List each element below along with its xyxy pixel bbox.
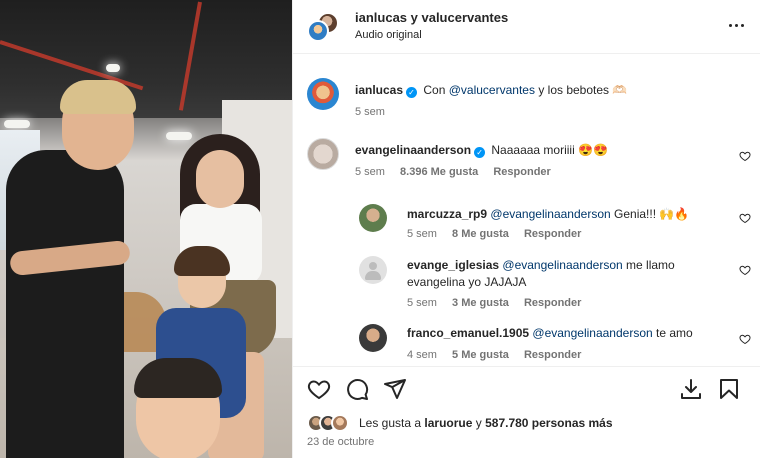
send-icon[interactable] — [383, 377, 407, 401]
verified-badge-icon: ✓ — [406, 87, 418, 98]
post-video[interactable] — [0, 0, 292, 458]
comment-username[interactable]: evangelinaanderson — [355, 143, 471, 157]
comment-time[interactable]: 5 sem — [355, 166, 385, 178]
reply: marcuzza_rp9 @evangelinaanderson Genia!!… — [407, 206, 689, 223]
avatar[interactable] — [359, 324, 387, 352]
avatar[interactable] — [359, 204, 387, 232]
bookmark-icon[interactable] — [717, 377, 741, 401]
heart-icon[interactable] — [739, 212, 751, 224]
likes-user[interactable]: laruorue — [424, 416, 472, 430]
reply-button[interactable]: Responder — [524, 297, 581, 309]
action-bar — [293, 366, 760, 410]
person-girl-hair — [174, 246, 230, 276]
reply-likes[interactable]: 5 Me gusta — [452, 349, 509, 361]
reply-meta: 5 sem 3 Me gusta Responder — [407, 297, 593, 309]
avatar[interactable] — [307, 78, 339, 110]
heart-icon[interactable] — [739, 150, 751, 162]
reply-likes[interactable]: 3 Me gusta — [452, 297, 509, 309]
avatar[interactable] — [331, 414, 349, 432]
likes-prefix: Les gusta a — [359, 416, 422, 430]
person-woman-head — [196, 150, 244, 208]
reply-time[interactable]: 5 sem — [407, 228, 437, 240]
post-date[interactable]: 23 de octubre — [307, 436, 374, 448]
more-horizontal-icon — [727, 23, 745, 27]
heart-icon[interactable] — [307, 377, 331, 401]
video-lamp — [4, 120, 30, 128]
comments-list[interactable]: ianlucas ✓ Con @valucervantes y los bebot… — [293, 54, 760, 362]
reply-username[interactable]: franco_emanuel.1905 — [407, 326, 529, 340]
audio-label[interactable]: Audio original — [355, 29, 422, 41]
default-avatar-body — [365, 271, 381, 280]
post-authors[interactable]: ianlucas y valucervantes — [355, 10, 508, 25]
reply-meta: 4 sem 5 Me gusta Responder — [407, 349, 593, 361]
caption-text: y los bebotes 🫶🏻 — [538, 83, 628, 97]
reply-text: me llamo — [626, 258, 675, 272]
post-header: ianlucas y valucervantes Audio original — [293, 0, 760, 54]
caption: ianlucas ✓ Con @valucervantes y los bebot… — [355, 82, 627, 99]
comment: evangelinaanderson ✓ Naaaaaa moriiii 😍😍 — [355, 142, 608, 159]
reply-username[interactable]: marcuzza_rp9 — [407, 207, 487, 221]
reply-mention[interactable]: @evangelinaanderson — [502, 258, 622, 272]
collab-avatars[interactable] — [307, 12, 341, 42]
likes-summary: Les gusta a laruorue y 587.780 personas … — [307, 412, 747, 436]
caption-username[interactable]: ianlucas — [355, 83, 403, 97]
reply-button[interactable]: Responder — [493, 166, 550, 178]
likes-text: Les gusta a laruorue y 587.780 personas … — [359, 416, 613, 430]
default-avatar-icon — [369, 262, 377, 270]
likes-and: y — [475, 416, 482, 430]
reply-time[interactable]: 4 sem — [407, 349, 437, 361]
reply-text: te amo — [656, 326, 693, 340]
post-sidebar: ianlucas y valucervantes Audio original … — [292, 0, 760, 458]
comment-icon[interactable] — [345, 377, 369, 401]
avatar[interactable] — [307, 138, 339, 170]
video-lamp — [106, 64, 120, 72]
reply-likes[interactable]: 8 Me gusta — [452, 228, 509, 240]
person-man — [6, 150, 124, 458]
reply-button[interactable]: Responder — [524, 228, 581, 240]
reply-mention[interactable]: @evangelinaanderson — [532, 326, 652, 340]
download-icon[interactable] — [679, 377, 703, 401]
reply: franco_emanuel.1905 @evangelinaanderson … — [407, 325, 693, 342]
reply-meta: 5 sem 8 Me gusta Responder — [407, 228, 593, 240]
reply-button[interactable]: Responder — [524, 349, 581, 361]
person-man-hair — [60, 80, 136, 114]
instagram-post-view: ianlucas y valucervantes Audio original … — [0, 0, 760, 458]
reply-mention[interactable]: @evangelinaanderson — [490, 207, 610, 221]
more-options-button[interactable] — [725, 14, 747, 36]
caption-meta: 5 sem — [355, 106, 397, 118]
verified-badge-icon: ✓ — [474, 147, 486, 158]
reply-text: Genia!!! 🙌🔥 — [614, 207, 690, 221]
reply: evange_iglesias @evangelinaanderson me l… — [407, 257, 675, 274]
video-lamp — [166, 132, 192, 140]
comment-likes[interactable]: 8.396 Me gusta — [400, 166, 478, 178]
reply-text-continued: evangelina yo JAJAJA — [407, 275, 527, 289]
heart-icon[interactable] — [739, 333, 751, 345]
avatar-ianlucas[interactable] — [307, 20, 329, 42]
reply-time[interactable]: 5 sem — [407, 297, 437, 309]
comment-meta: 5 sem 8.396 Me gusta Responder — [355, 166, 563, 178]
comment-text: Naaaaaa moriiii 😍😍 — [491, 143, 608, 157]
caption-time[interactable]: 5 sem — [355, 106, 385, 118]
person-boy-hair — [134, 358, 222, 398]
heart-icon[interactable] — [739, 264, 751, 276]
reply-username[interactable]: evange_iglesias — [407, 258, 499, 272]
caption-mention[interactable]: @valucervantes — [449, 83, 535, 97]
avatar[interactable] — [359, 256, 387, 284]
caption-text: Con — [423, 83, 446, 97]
likes-count[interactable]: 587.780 personas más — [485, 416, 612, 430]
